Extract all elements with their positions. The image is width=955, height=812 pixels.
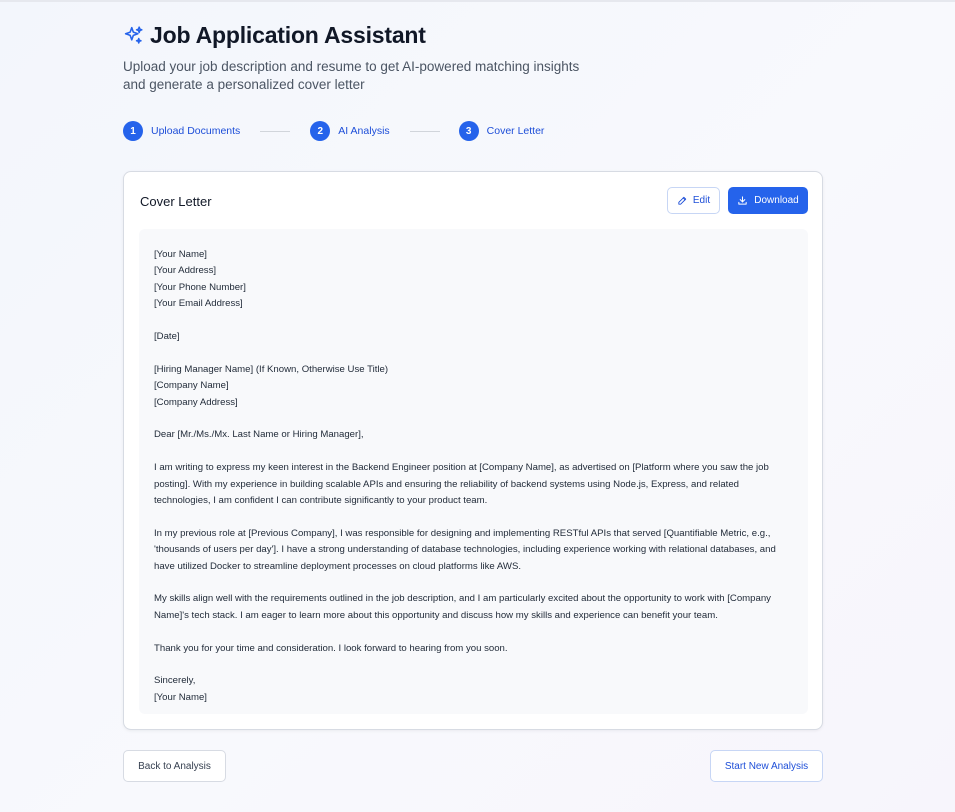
download-icon: [738, 196, 747, 205]
step-connector: [260, 130, 291, 132]
letter-paragraph: Thank you for your time and consideratio…: [154, 642, 508, 654]
card-title: Cover Letter: [140, 194, 212, 209]
step-label: AI Analysis: [338, 125, 390, 137]
step-connector: [409, 130, 440, 132]
edit-button[interactable]: Edit: [667, 187, 720, 214]
cover-letter-text: [Your Name] [Your Address] [Your Phone N…: [139, 229, 808, 714]
page-header: Job Application Assistant Upload your jo…: [123, 20, 823, 94]
letter-recipient-block: [Hiring Manager Name] (If Known, Otherwi…: [154, 363, 389, 408]
edit-button-label: Edit: [692, 195, 711, 206]
step-ai-analysis[interactable]: 2 AI Analysis: [310, 121, 390, 141]
page-title: Job Application Assistant: [150, 21, 426, 48]
start-new-analysis-button[interactable]: Start New Analysis: [710, 750, 823, 782]
progress-stepper: 1 Upload Documents 2 AI Analysis 3 Cover…: [123, 121, 544, 141]
letter-paragraph: I am writing to express my keen interest…: [154, 462, 769, 507]
title-row: Job Application Assistant: [123, 20, 823, 50]
download-button-label: Download: [754, 195, 799, 206]
letter-paragraph: In my previous role at [Previous Company…: [154, 527, 776, 572]
sparkles-icon: [124, 25, 143, 44]
letter-paragraph: My skills align well with the requiremen…: [154, 593, 771, 621]
step-upload-documents[interactable]: 1 Upload Documents: [123, 121, 240, 141]
back-to-analysis-button[interactable]: Back to Analysis: [123, 750, 226, 782]
letter-date: [Date]: [154, 331, 180, 343]
step-cover-letter[interactable]: 3 Cover Letter: [458, 121, 545, 141]
letter-sender-block: [Your Name] [Your Address] [Your Phone N…: [154, 249, 246, 310]
letter-salutation: Dear [Mr./Ms./Mx. Last Name or Hiring Ma…: [154, 429, 364, 441]
step-number: 2: [310, 121, 331, 141]
step-label: Upload Documents: [151, 125, 241, 137]
step-number: 3: [458, 121, 479, 141]
cover-letter-card: Cover Letter Edit Download [Your Name] […: [123, 171, 823, 730]
page-subtitle: Upload your job description and resume t…: [123, 59, 580, 92]
letter-closing: Sincerely, [Your Name]: [154, 675, 207, 703]
step-number: 1: [123, 121, 143, 141]
pencil-icon: [678, 196, 687, 205]
step-label: Cover Letter: [486, 125, 545, 137]
top-border: [0, 0, 955, 2]
download-button[interactable]: Download: [728, 187, 808, 214]
